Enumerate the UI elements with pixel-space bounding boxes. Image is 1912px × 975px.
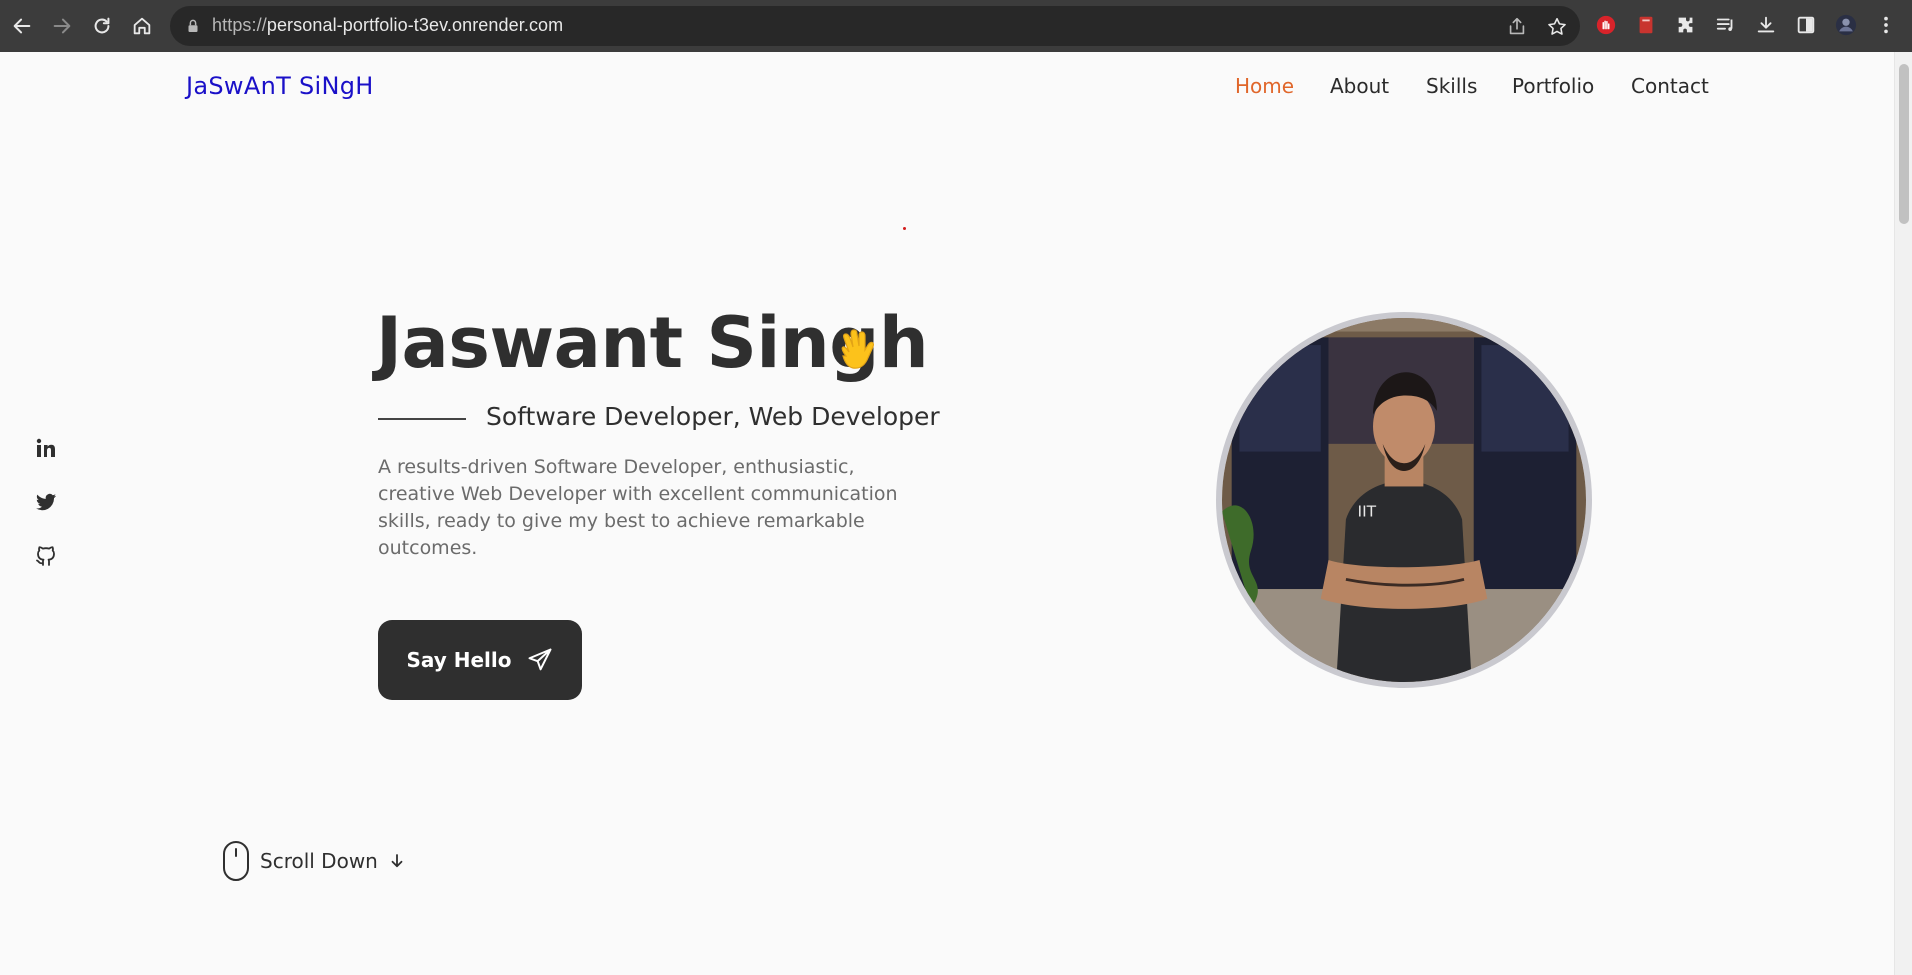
- twitter-link[interactable]: [32, 488, 60, 516]
- adblock-hand-icon: [1596, 15, 1616, 35]
- address-bar[interactable]: https://personal-portfolio-t3ev.onrender…: [170, 6, 1580, 46]
- arrow-down-icon: [391, 854, 403, 868]
- nav-portfolio[interactable]: Portfolio: [1512, 74, 1594, 98]
- github-icon: [36, 546, 55, 566]
- nav-home[interactable]: Home: [1235, 74, 1294, 98]
- side-panel-button[interactable]: [1794, 13, 1818, 37]
- nav-contact[interactable]: Contact: [1631, 74, 1709, 98]
- url-host: personal-portfolio-t3ev.onrender.com: [266, 15, 564, 35]
- side-panel-icon: [1797, 16, 1815, 34]
- home-icon: [133, 17, 151, 35]
- send-icon: [528, 648, 552, 671]
- linkedin-link[interactable]: [32, 434, 60, 462]
- reload-icon: [94, 17, 110, 34]
- svg-text:IIT: IIT: [1358, 502, 1377, 520]
- twitter-icon: [36, 493, 56, 511]
- puzzle-icon: [1678, 17, 1693, 33]
- github-link[interactable]: [32, 542, 60, 570]
- extension-book[interactable]: [1634, 13, 1658, 37]
- mouse-icon: [223, 841, 249, 881]
- bookmark-star-icon[interactable]: [1546, 16, 1568, 38]
- profile-button[interactable]: [1834, 13, 1858, 37]
- url-scheme: https://: [212, 15, 267, 35]
- page-scrollbar[interactable]: [1894, 52, 1912, 975]
- downloads-button[interactable]: [1754, 13, 1778, 37]
- scroll-down-link[interactable]: Scroll Down: [222, 840, 406, 882]
- url-text[interactable]: https://personal-portfolio-t3ev.onrender…: [212, 15, 563, 36]
- reload-button[interactable]: [88, 12, 116, 40]
- extension-adblock[interactable]: [1594, 13, 1618, 37]
- home-button[interactable]: [128, 12, 156, 40]
- nav-skills[interactable]: Skills: [1426, 74, 1477, 98]
- subtitle-divider: [378, 418, 466, 420]
- hero-description: A results-driven Software Developer, ent…: [378, 456, 898, 559]
- nav-about[interactable]: About: [1330, 74, 1389, 98]
- scroll-down-label: Scroll Down: [260, 849, 378, 873]
- profile-photo: IIT: [1216, 312, 1592, 688]
- say-hello-label: Say Hello: [406, 648, 512, 672]
- profile-photo-illustration: IIT: [1222, 318, 1586, 682]
- forward-arrow-icon: [53, 18, 71, 34]
- lock-icon[interactable]: [184, 17, 202, 35]
- waving-hand-icon: [841, 329, 875, 369]
- linkedin-icon: [36, 438, 55, 457]
- back-button[interactable]: [8, 12, 36, 40]
- scrollbar-thumb[interactable]: [1899, 64, 1909, 224]
- profile-avatar-icon: [1835, 14, 1857, 36]
- extensions-button[interactable]: [1674, 13, 1698, 37]
- site-logo[interactable]: JaSwAnT SiNgH: [186, 72, 374, 100]
- playlist-icon: [1716, 18, 1733, 31]
- share-icon[interactable]: [1506, 16, 1528, 38]
- media-controls-button[interactable]: [1714, 13, 1738, 37]
- cursor-dot: [903, 227, 906, 230]
- download-icon: [1757, 16, 1775, 33]
- forward-button[interactable]: [48, 12, 76, 40]
- kebab-menu-icon: [1884, 16, 1888, 34]
- say-hello-button[interactable]: Say Hello: [378, 620, 582, 700]
- portfolio-page: JaSwAnT SiNgH Home About Skills Portfoli…: [0, 52, 1894, 975]
- back-arrow-icon: [13, 18, 31, 34]
- hero-subtitle: Software Developer, Web Developer: [486, 402, 940, 431]
- browser-menu-button[interactable]: [1874, 13, 1898, 37]
- browser-toolbar: https://personal-portfolio-t3ev.onrender…: [0, 0, 1912, 52]
- book-icon: [1639, 16, 1653, 34]
